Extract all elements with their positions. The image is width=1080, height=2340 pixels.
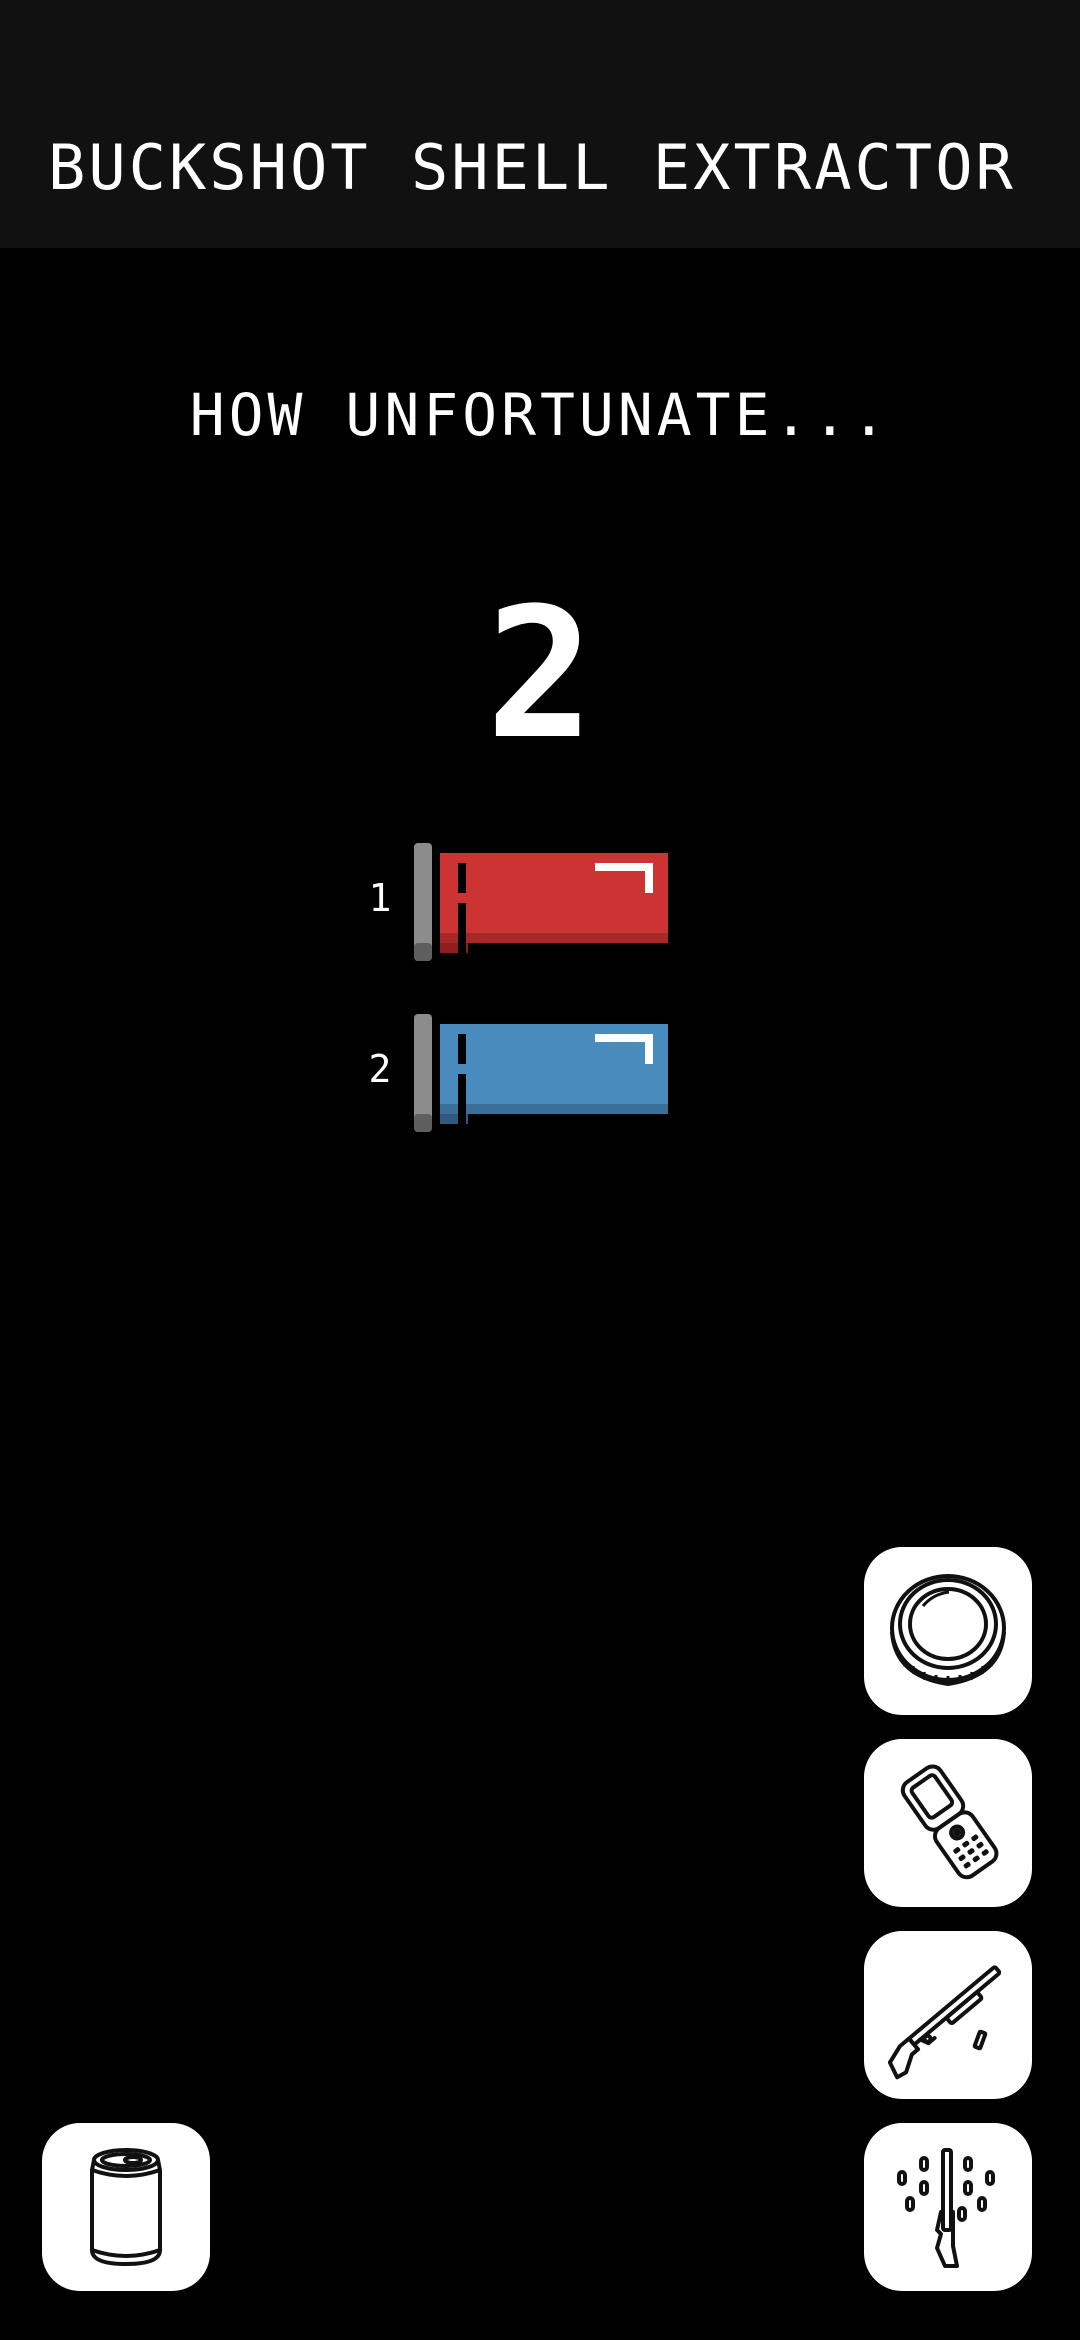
shell-count: 2: [485, 570, 595, 779]
phone-button[interactable]: [864, 1739, 1032, 1907]
beer-can-icon: [90, 2148, 162, 2266]
beer-button[interactable]: [42, 2123, 210, 2291]
shell-index: 1: [368, 876, 392, 920]
blank-shell-icon: [414, 1014, 668, 1132]
burner-phone-icon: [900, 1764, 999, 1880]
app-header: BUCKSHOT SHELL EXTRACTOR: [0, 0, 1080, 248]
shells-button[interactable]: [864, 2123, 1032, 2291]
app-title: BUCKSHOT SHELL EXTRACTOR: [48, 131, 1016, 204]
status-message: HOW UNFORTUNATE...: [189, 381, 891, 449]
shell-row-1: 1: [360, 843, 680, 963]
shell-row-2: 2: [360, 1014, 680, 1134]
coin-button[interactable]: [864, 1547, 1032, 1715]
coin-icon: [890, 1574, 1006, 1687]
shotgun-icon: [887, 1965, 1002, 2080]
shotgun-button[interactable]: [864, 1931, 1032, 2099]
live-shell-icon: [414, 843, 668, 961]
shell-index: 2: [368, 1047, 392, 1091]
shotgun-shells-icon: [897, 2148, 995, 2268]
